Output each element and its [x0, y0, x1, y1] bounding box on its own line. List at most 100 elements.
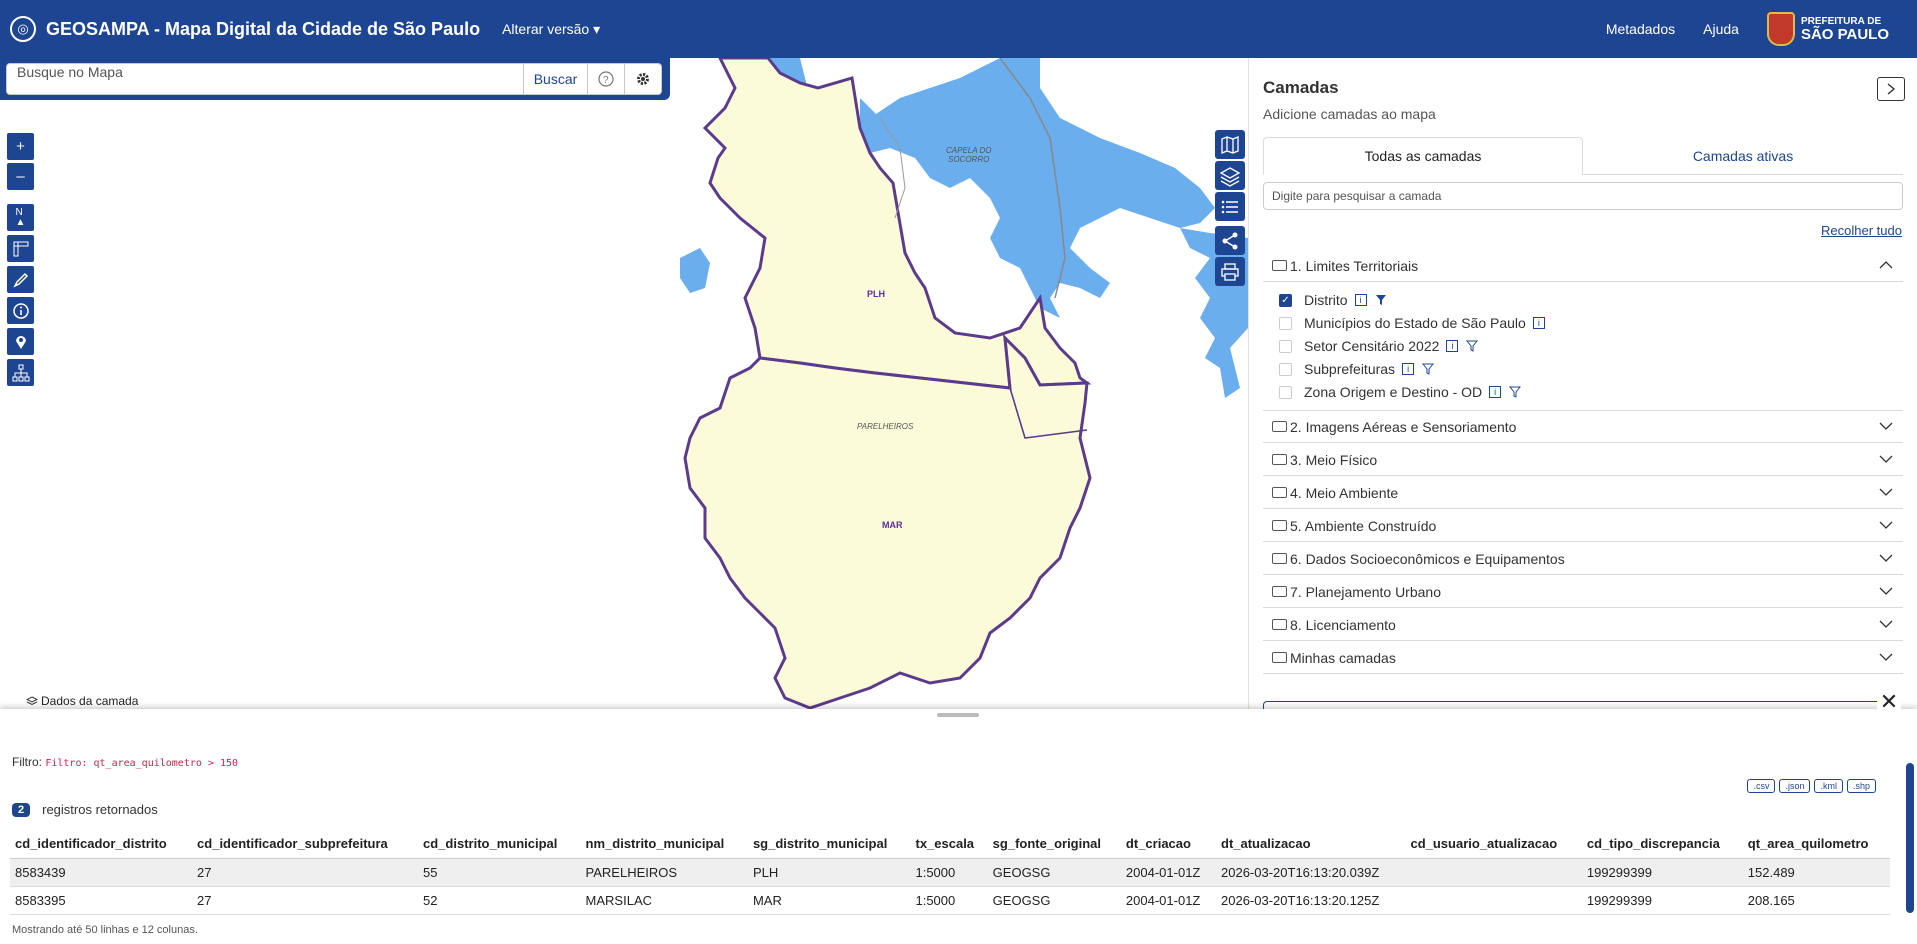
- checkbox-zona-od[interactable]: [1279, 385, 1292, 399]
- label-plh: PLH: [867, 289, 885, 299]
- export-csv-button[interactable]: .csv: [1747, 779, 1776, 793]
- info-icon[interactable]: i: [1489, 386, 1502, 398]
- layer-group-8[interactable]: 8. Licenciamento: [1263, 609, 1903, 641]
- column-header[interactable]: cd_usuario_atualizacao: [1405, 829, 1582, 859]
- list-icon[interactable]: [1215, 192, 1245, 221]
- checkbox-subprefeituras[interactable]: [1279, 362, 1292, 376]
- column-header[interactable]: cd_distrito_municipal: [418, 829, 581, 859]
- column-header[interactable]: dt_criacao: [1120, 829, 1216, 859]
- attribute-table: cd_identificador_distrito cd_identificad…: [10, 829, 1890, 915]
- map-svg: CAPELA DO SOCORRO PLH PARELHEIROS MAR: [680, 58, 1248, 710]
- layers-tabs: Todas as camadas Camadas ativas: [1263, 137, 1903, 175]
- nav-metadados[interactable]: Metadados: [1606, 21, 1675, 37]
- tab-todas-camadas[interactable]: Todas as camadas: [1263, 137, 1584, 175]
- layer-group-label: 8. Licenciamento: [1290, 616, 1396, 633]
- prefeitura-logo[interactable]: PREFEITURA DE SÃO PAULO: [1766, 12, 1889, 46]
- layer-group-label: Minhas camadas: [1290, 649, 1396, 666]
- scrollbar-thumb[interactable]: [1906, 763, 1914, 913]
- filter-icon[interactable]: [1509, 386, 1522, 398]
- gear-icon[interactable]: [625, 63, 662, 95]
- layer-search-input[interactable]: Digite para pesquisar a camada: [1263, 182, 1903, 210]
- count-label: registros retornados: [42, 802, 158, 817]
- chevron-right-icon[interactable]: [1877, 77, 1905, 101]
- table-cell: 2004-01-01Z: [1120, 858, 1216, 887]
- chevron-down-icon: [1879, 653, 1893, 661]
- table-cell: 52: [418, 886, 581, 915]
- nav-ajuda[interactable]: Ajuda: [1703, 21, 1739, 37]
- table-cell: 8583395: [10, 886, 193, 915]
- layer-group-3[interactable]: 3. Meio Físico: [1263, 444, 1903, 476]
- info-icon[interactable]: i: [1446, 340, 1459, 352]
- column-header[interactable]: cd_identificador_subprefeitura: [192, 829, 419, 859]
- layers-icon[interactable]: [1215, 161, 1245, 190]
- filter-prefix: Filtro:: [12, 755, 42, 769]
- pencil-icon[interactable]: [6, 265, 35, 294]
- table-cell: 199299399: [1581, 886, 1743, 915]
- drag-handle[interactable]: [937, 713, 979, 717]
- layer-group-1[interactable]: 1. Limites Territoriais: [1263, 250, 1903, 282]
- map-search-input[interactable]: Busque no Mapa: [6, 63, 524, 95]
- question-circle-icon[interactable]: ?: [588, 63, 625, 95]
- layer-group-label: 1. Limites Territoriais: [1290, 257, 1419, 274]
- layer-group-label: 7. Planejamento Urbano: [1290, 583, 1441, 600]
- column-header[interactable]: cd_identificador_distrito: [10, 829, 193, 859]
- filter-icon[interactable]: [1375, 294, 1387, 306]
- location-pin-icon[interactable]: [6, 327, 35, 356]
- export-json-button[interactable]: .json: [1779, 779, 1811, 793]
- column-header[interactable]: qt_area_quilometro: [1742, 829, 1890, 859]
- info-icon[interactable]: i: [1402, 363, 1415, 375]
- map-canvas[interactable]: CAPELA DO SOCORRO PLH PARELHEIROS MAR: [0, 58, 1248, 710]
- zoom-in-button[interactable]: +: [6, 132, 35, 161]
- sublayer-distrito: ✓ Distrito i: [1279, 289, 1387, 311]
- search-button[interactable]: Buscar: [524, 63, 588, 95]
- checkbox-municipios[interactable]: [1279, 316, 1292, 330]
- layer-group-4[interactable]: 4. Meio Ambiente: [1263, 477, 1903, 509]
- info-icon[interactable]: i: [1354, 294, 1367, 306]
- column-header[interactable]: sg_distrito_municipal: [747, 829, 911, 859]
- folder-icon: [1272, 553, 1287, 564]
- layer-group-5[interactable]: 5. Ambiente Construído: [1263, 510, 1903, 542]
- layer-group-6[interactable]: 6. Dados Socioeconômicos e Equipamentos: [1263, 543, 1903, 575]
- hierarchy-icon[interactable]: [6, 358, 35, 387]
- city-crest-icon: [1766, 12, 1795, 46]
- layer-group-2[interactable]: 2. Imagens Aéreas e Sensoriamento: [1263, 411, 1903, 443]
- ruler-icon[interactable]: [6, 234, 35, 263]
- print-icon[interactable]: [1215, 257, 1245, 286]
- column-header[interactable]: cd_tipo_discrepancia: [1581, 829, 1743, 859]
- table-cell: GEOGSG: [987, 886, 1121, 915]
- export-kml-button[interactable]: .kml: [1814, 779, 1843, 793]
- info-circle-icon[interactable]: [6, 296, 35, 325]
- column-header[interactable]: nm_distrito_municipal: [580, 829, 748, 859]
- column-header[interactable]: sg_fonte_original: [987, 829, 1121, 859]
- label-parelheiros: PARELHEIROS: [857, 422, 914, 431]
- layer-group-minhas[interactable]: Minhas camadas: [1263, 642, 1903, 674]
- filter-icon[interactable]: [1422, 363, 1435, 375]
- share-icon[interactable]: [1215, 226, 1245, 255]
- table-cell: 1:5000: [910, 858, 988, 887]
- table-row[interactable]: 8583439 27 55 PARELHEIROS PLH 1:5000 GEO…: [10, 858, 1890, 887]
- filter-icon[interactable]: [1466, 340, 1479, 352]
- tab-camadas-ativas[interactable]: Camadas ativas: [1583, 137, 1903, 174]
- layer-group-label: 4. Meio Ambiente: [1290, 484, 1399, 501]
- column-header[interactable]: dt_atualizacao: [1216, 829, 1406, 859]
- checkbox-distrito[interactable]: ✓: [1279, 293, 1292, 307]
- sublayer-label: Municípios do Estado de São Paulo: [1304, 315, 1526, 331]
- layer-group-label: 6. Dados Socioeconômicos e Equipamentos: [1290, 550, 1565, 567]
- map-basemap-icon[interactable]: [1215, 130, 1245, 159]
- layer-group-7[interactable]: 7. Planejamento Urbano: [1263, 576, 1903, 608]
- north-arrow-icon[interactable]: N ▲: [6, 203, 35, 232]
- drawer-scrollbar[interactable]: [1905, 741, 1915, 936]
- version-menu[interactable]: Alterar versão ▾: [502, 21, 600, 38]
- folder-icon: [1272, 619, 1287, 630]
- info-icon[interactable]: i: [1532, 317, 1545, 329]
- collapse-all-link[interactable]: Recolher tudo: [1821, 223, 1902, 238]
- folder-icon: [1272, 520, 1287, 531]
- export-shp-button[interactable]: .shp: [1846, 779, 1876, 793]
- column-header[interactable]: tx_escala: [910, 829, 988, 859]
- table-cell: 208.165: [1742, 886, 1890, 915]
- zoom-out-button[interactable]: –: [6, 162, 35, 191]
- close-icon[interactable]: ✕: [1877, 689, 1901, 714]
- table-row[interactable]: 8583395 27 52 MARSILAC MAR 1:5000 GEOGSG…: [10, 886, 1890, 915]
- checkbox-setor-censitario[interactable]: [1279, 339, 1292, 353]
- sublayer-municipios: Municípios do Estado de São Paulo i: [1279, 312, 1545, 334]
